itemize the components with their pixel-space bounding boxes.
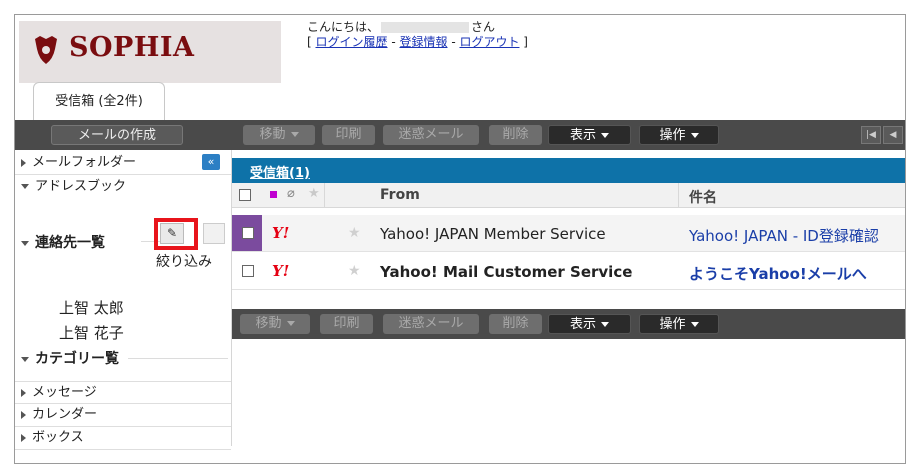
main-toolbar: メールの作成 移動 印刷 迷惑メール 削除 表示 操作 |◀ ◀ [15, 120, 905, 150]
chevron-down-icon [601, 133, 609, 138]
yahoo-logo-icon: Y! [272, 224, 290, 242]
delete-button[interactable]: 削除 [489, 125, 542, 145]
inbox-folder-link[interactable]: 受信箱(1) [250, 162, 310, 181]
folder-header: 受信箱(1) [232, 158, 905, 183]
mail-subject: ようこそYahoo!メールへ [689, 265, 867, 283]
column-from[interactable]: From [380, 187, 420, 203]
mail-from: Yahoo! JAPAN Member Service [380, 225, 606, 243]
compose-button[interactable]: メールの作成 [51, 125, 183, 145]
print-button[interactable]: 印刷 [320, 314, 373, 334]
logo-text: SOPHIA [69, 32, 195, 63]
contact-item[interactable]: 上智 太郎 [59, 297, 124, 318]
logout-link[interactable]: ログアウト [459, 35, 519, 49]
account-links: [ ログイン履歴 - 登録情報 - ログアウト ] [307, 35, 528, 49]
account-info-link[interactable]: 登録情報 [399, 35, 447, 49]
spam-button[interactable]: 迷惑メール [383, 314, 479, 334]
yahoo-logo-icon: Y! [272, 262, 290, 280]
chevron-down-icon [21, 356, 29, 362]
delete-button[interactable]: 削除 [489, 314, 542, 334]
chevron-down-icon [690, 322, 699, 327]
filter-label: 絞り込み [156, 254, 212, 270]
tag-color-icon [270, 191, 277, 198]
prev-page-icon[interactable]: ◀ [883, 126, 903, 144]
sidebar: メールフォルダー « アドレスブック 連絡先一覧 ✎ 絞り込み 上智 太郎 上智… [15, 150, 232, 450]
actions-menu-button[interactable]: 操作 [639, 314, 719, 334]
sidebar-item-address-book[interactable]: アドレスブック [15, 176, 231, 199]
chevron-down-icon [290, 132, 299, 137]
contacts-section-header[interactable]: 連絡先一覧 [21, 232, 105, 252]
chevron-down-icon [286, 321, 295, 326]
divider [128, 358, 228, 359]
chevron-down-icon [21, 240, 29, 246]
chevron-right-icon [21, 433, 26, 442]
sidebar-item-boxes[interactable]: ボックス [15, 427, 231, 450]
sidebar-item-calendar[interactable]: カレンダー [15, 404, 231, 427]
actions-menu-button[interactable]: 操作 [639, 125, 719, 145]
mail-app-window: SOPHIA こんにちは、 さん [ ログイン履歴 - 登録情報 - ログアウト … [14, 14, 906, 464]
chevron-down-icon [21, 184, 29, 189]
chevron-right-icon [21, 388, 26, 397]
mail-row[interactable]: Y! ★ Yahoo! Mail Customer Service ようこそYa… [232, 253, 905, 290]
mail-from: Yahoo! Mail Customer Service [380, 263, 633, 281]
highlight-box [154, 218, 198, 250]
user-greeting: こんにちは、 さん [ ログイン履歴 - 登録情報 - ログアウト ] [307, 20, 528, 49]
star-icon[interactable]: ★ [348, 225, 361, 241]
paperclip-icon: ⌀ [287, 186, 295, 201]
logo-area: SOPHIA [19, 21, 281, 83]
categories-section-header[interactable]: カテゴリー覧 [21, 348, 119, 368]
chevron-down-icon [690, 133, 699, 138]
row-checkbox[interactable] [242, 265, 254, 277]
bottom-toolbar: 移動 印刷 迷惑メール 削除 表示 操作 [232, 309, 905, 339]
chevron-down-icon [601, 322, 609, 327]
divider [678, 183, 679, 207]
mail-list-column-header: ⌀ ★ From 件名 [232, 183, 905, 208]
sidebar-item-mail-folders[interactable]: メールフォルダー [15, 152, 231, 175]
move-button[interactable]: 移動 [243, 125, 315, 145]
select-all-checkbox[interactable] [239, 189, 251, 201]
first-page-icon[interactable]: |◀ [861, 126, 881, 144]
row-checkbox[interactable] [242, 227, 254, 239]
view-menu-button[interactable]: 表示 [548, 125, 631, 145]
chevron-right-icon [21, 158, 26, 167]
login-history-link[interactable]: ログイン履歴 [316, 35, 388, 49]
move-button[interactable]: 移動 [240, 314, 310, 334]
star-icon: ★ [308, 186, 320, 201]
print-button[interactable]: 印刷 [322, 125, 375, 145]
user-name-redacted [381, 22, 470, 33]
column-subject[interactable]: 件名 [689, 187, 717, 207]
collapse-sidebar-icon[interactable]: « [202, 154, 220, 170]
tab-inbox[interactable]: 受信箱 (全2件) [33, 82, 165, 120]
view-menu-button[interactable]: 表示 [548, 314, 631, 334]
divider [324, 183, 325, 207]
chevron-right-icon [21, 410, 26, 419]
spam-button[interactable]: 迷惑メール [383, 125, 479, 145]
mail-row[interactable]: Y! ★ Yahoo! JAPAN Member Service Yahoo! … [232, 215, 905, 252]
secondary-filter-button[interactable] [203, 223, 225, 244]
contact-item[interactable]: 上智 花子 [59, 322, 124, 343]
sidebar-item-messages[interactable]: メッセージ [15, 381, 231, 404]
crest-icon [35, 36, 57, 64]
star-icon[interactable]: ★ [348, 263, 361, 279]
mail-subject: Yahoo! JAPAN - ID登録確認 [689, 227, 879, 245]
